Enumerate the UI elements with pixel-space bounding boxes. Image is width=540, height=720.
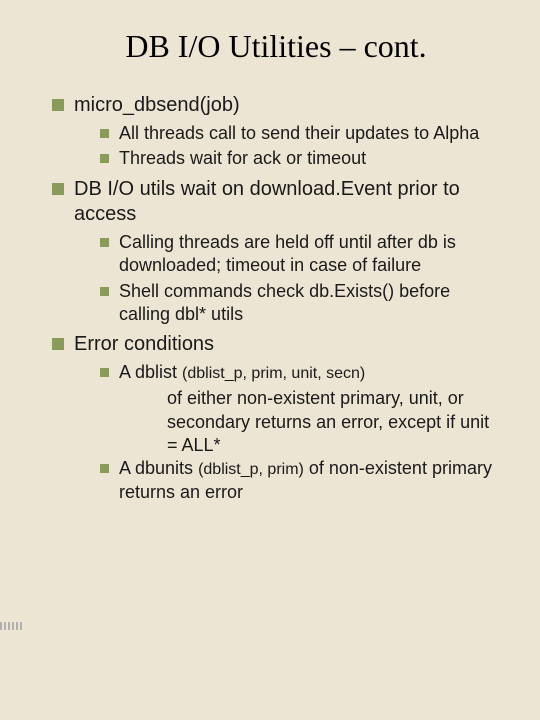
sub-item: A dblist (dblist_p, prim, unit, secn)	[100, 361, 500, 385]
square-bullet-icon	[100, 154, 109, 163]
sub-item-text: A dblist (dblist_p, prim, unit, secn)	[119, 361, 365, 385]
sub-list: All threads call to send their updates t…	[52, 122, 500, 171]
list-item: micro_dbsend(job) All threads call to se…	[52, 93, 500, 171]
bullet-list: micro_dbsend(job) All threads call to se…	[52, 93, 500, 505]
square-bullet-icon	[100, 129, 109, 138]
item-text: Error conditions	[74, 332, 214, 357]
item-text: DB I/O utils wait on download.Event prio…	[74, 177, 500, 227]
sub-list: A dblist (dblist_p, prim, unit, secn) of…	[52, 361, 500, 504]
slide-title: DB I/O Utilities – cont.	[52, 28, 500, 65]
text-part-small: (dblist_p, prim, unit, secn)	[182, 365, 365, 382]
sub-item-text: A dbunits (dblist_p, prim) of non-existe…	[119, 457, 500, 504]
sub-item: All threads call to send their updates t…	[100, 122, 500, 145]
square-bullet-icon	[52, 183, 64, 195]
square-bullet-icon	[100, 464, 109, 473]
sub-item-text: All threads call to send their updates t…	[119, 122, 479, 145]
continuation-text: of either non-existent primary, unit, or…	[100, 387, 500, 457]
square-bullet-icon	[52, 99, 64, 111]
sub-item-text: Threads wait for ack or timeout	[119, 147, 366, 170]
sub-item: A dbunits (dblist_p, prim) of non-existe…	[100, 457, 500, 504]
square-bullet-icon	[100, 368, 109, 377]
text-part: A dblist	[119, 362, 182, 382]
sub-item: Threads wait for ack or timeout	[100, 147, 500, 170]
square-bullet-icon	[100, 287, 109, 296]
sub-list: Calling threads are held off until after…	[52, 231, 500, 327]
square-bullet-icon	[52, 338, 64, 350]
list-item: DB I/O utils wait on download.Event prio…	[52, 177, 500, 327]
sub-item: Calling threads are held off until after…	[100, 231, 500, 278]
page-mark-icon	[0, 622, 22, 630]
text-part: A dbunits	[119, 458, 198, 478]
sub-item: Shell commands check db.Exists() before …	[100, 280, 500, 327]
item-text: micro_dbsend(job)	[74, 93, 240, 118]
list-item: Error conditions A dblist (dblist_p, pri…	[52, 332, 500, 504]
text-part-small: (dblist_p, prim)	[198, 461, 304, 478]
slide-content: DB I/O Utilities – cont. micro_dbsend(jo…	[0, 0, 540, 531]
square-bullet-icon	[100, 238, 109, 247]
sub-item-text: Shell commands check db.Exists() before …	[119, 280, 500, 327]
sub-item-text: Calling threads are held off until after…	[119, 231, 500, 278]
